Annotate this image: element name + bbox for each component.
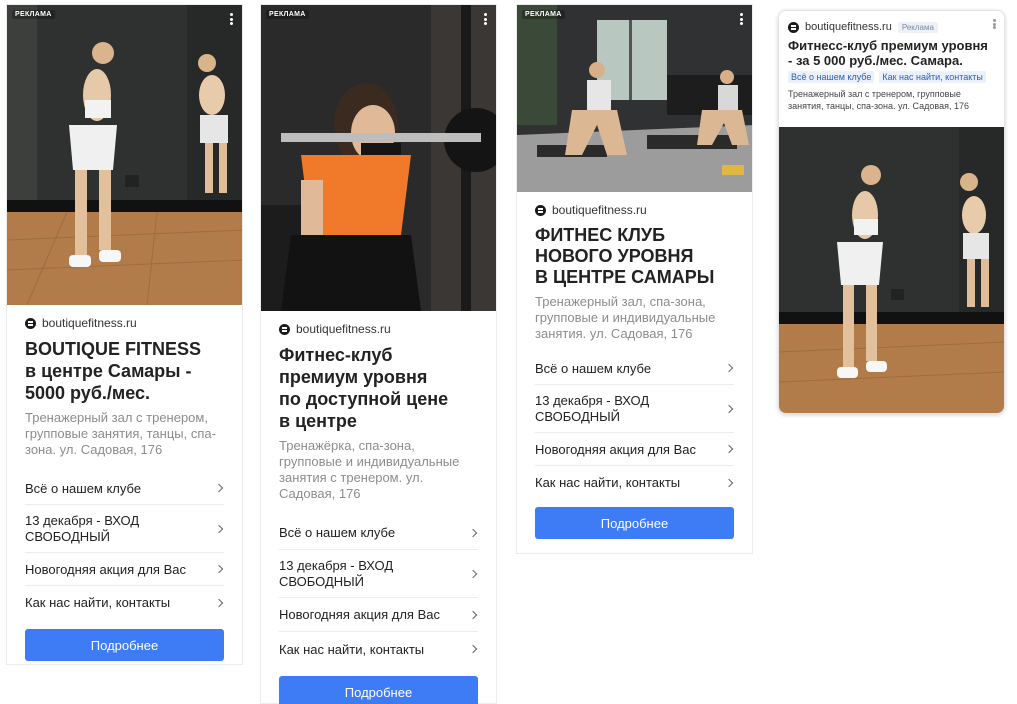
details-button[interactable]: Подробнее [279,676,478,704]
chevron-right-icon [468,528,478,537]
more-options-icon[interactable] [480,11,490,27]
sitelink-label: 13 декабря - ВХОД СВОБОДНЫЙ [535,392,650,424]
sitelink-about[interactable]: Всё о нашем клубе [535,352,734,385]
ad-domain[interactable]: boutiquefitness.ru [25,316,224,330]
favicon-icon [25,317,36,329]
ad-label: РЕКЛАМА [266,10,309,19]
ad-title-line: Фитнес-клуб [279,345,393,365]
more-options-icon[interactable] [226,11,236,27]
ad-description: Тренажерный зал, спа-зона, групповые и и… [535,294,716,341]
sitelink-label: Как нас найти, контакты [535,475,681,490]
domain-text: boutiquefitness.ru [42,316,137,330]
chevron-right-icon [214,564,224,574]
ad-title-line: 5000 руб./мес. [25,383,151,403]
ad-title-line: премиум уровня [279,367,428,387]
favicon-icon [279,323,290,335]
gym-photo-image [779,127,1004,413]
sitelink-free-entry[interactable]: 13 декабря - ВХОД СВОБОДНЫЙ [25,505,224,553]
more-options-icon[interactable] [736,11,746,27]
sitelink-contacts[interactable]: Как нас найти, контакты [25,586,224,619]
ad-domain[interactable]: boutiquefitness.ru [279,322,478,336]
sitelink-label: Всё о нашем клубе [279,525,396,540]
sitelink-about[interactable]: Всё о нашем клубе [788,71,875,83]
domain-text: boutiquefitness.ru [296,322,391,336]
gym-photo-image [7,5,242,305]
more-options-icon[interactable] [989,17,999,31]
sitelinks-list: Всё о нашем клубе Как нас найти, контакт… [788,71,995,83]
ad-label: РЕКЛАМА [12,10,55,19]
ad-photo-4[interactable] [779,127,1004,413]
ad-photo-2[interactable]: РЕКЛАМА [261,5,496,311]
details-button[interactable]: Подробнее [535,507,734,539]
gym-photo-image [517,5,752,192]
ad-title-line: в центре [279,411,357,431]
chevron-right-icon [468,610,478,619]
favicon-icon [535,204,546,216]
sitelink-promo[interactable]: Новогодняя акция для Вас [25,553,224,586]
chevron-right-icon [724,404,734,413]
sitelink-promo[interactable]: Новогодняя акция для Вас [279,598,478,632]
ad-photo-1[interactable]: РЕКЛАМА [7,5,242,305]
domain-text[interactable]: boutiquefitness.ru [805,21,892,33]
sitelinks-list: Всё о нашем клубе 13 декабря - ВХОД СВОБ… [25,472,224,619]
sitelink-free-entry[interactable]: 13 декабря - ВХОД СВОБОДНЫЙ [279,550,478,598]
ad-title-line: по доступной цене [279,389,449,409]
ad-title-line: В ЦЕНТРЕ САМАРЫ [535,267,715,287]
ad-title-line: BOUTIQUE FITNESS [25,339,202,359]
sitelink-label: Новогодняя акция для Вас [25,561,186,577]
sitelink-free-entry[interactable]: 13 декабря - ВХОД СВОБОДНЫЙ [535,385,734,433]
ad-title[interactable]: Фитнесс-клуб премиум уровня - за 5 000 р… [788,38,995,68]
sitelink-label: Как нас найти, контакты [279,641,425,657]
chevron-right-icon [724,444,734,454]
ad-description: Тренажерный зал с тренером, групповые за… [788,89,969,111]
sitelink-promo[interactable]: Новогодняя акция для Вас [535,433,734,466]
sitelink-contacts[interactable]: Как нас найти, контакты [535,466,734,499]
sitelink-label: Всё о нашем клубе [25,480,142,496]
ad-card-1[interactable]: РЕКЛАМА boutiquefitness.ru BOUTIQUE FITN… [6,4,243,665]
ad-badge: Реклама [897,21,938,33]
details-button[interactable]: Подробнее [25,629,224,661]
ad-title-line: НОВОГО УРОВНЯ [535,246,694,266]
sitelink-contacts[interactable]: Как нас найти, контакты [879,71,986,83]
sitelink-label: 13 декабря - ВХОД СВОБОДНЫЙ [279,557,394,589]
domain-text: boutiquefitness.ru [552,203,647,217]
ad-title[interactable]: BOUTIQUE FITNESS в центре Самары - 5000 … [25,338,224,404]
sitelink-contacts[interactable]: Как нас найти, контакты [279,632,478,666]
ad-domain[interactable]: boutiquefitness.ru [535,203,734,217]
ad-title-line: в центре Самары - [25,361,192,381]
chevron-right-icon [214,483,224,493]
ad-title[interactable]: ФИТНЕС КЛУБ НОВОГО УРОВНЯ В ЦЕНТРЕ САМАР… [535,225,734,288]
ad-card-3[interactable]: РЕКЛАМА boutiquefitness.ru ФИТНЕС КЛУБ Н… [516,4,753,554]
ad-title-line: ФИТНЕС КЛУБ [535,225,666,245]
ad-title[interactable]: Фитнес-клуб премиум уровня по доступной … [279,344,478,432]
chevron-right-icon [214,524,224,533]
chevron-right-icon [214,598,224,607]
ad-description: Тренажёрка, спа-зона, групповые и индиви… [279,438,460,501]
sitelink-label: 13 декабря - ВХОД СВОБОДНЫЙ [25,512,140,544]
ad-card-2[interactable]: РЕКЛАМА boutiquefitness.ru Фитнес-клуб п… [260,4,497,704]
sitelink-label: Новогодняя акция для Вас [535,441,696,457]
ad-description: Тренажерный зал с тренером, групповые за… [25,410,216,457]
ad-label: РЕКЛАМА [522,10,565,19]
ad-card-4[interactable]: boutiquefitness.ru Реклама Фитнесс-клуб … [778,10,1005,414]
sitelink-about[interactable]: Всё о нашем клубе [279,516,478,550]
ad-header: boutiquefitness.ru Реклама Фитнесс-клуб … [779,11,1004,127]
chevron-right-icon [468,569,478,578]
chevron-right-icon [724,478,734,487]
favicon-icon [788,21,799,33]
sitelink-label: Новогодняя акция для Вас [279,607,440,622]
sitelink-label: Как нас найти, контакты [25,595,171,610]
gym-photo-image [261,5,496,311]
sitelink-label: Всё о нашем клубе [535,360,652,376]
chevron-right-icon [468,644,478,654]
sitelinks-list: Всё о нашем клубе 13 декабря - ВХОД СВОБ… [535,352,734,499]
sitelinks-list: Всё о нашем клубе 13 декабря - ВХОД СВОБ… [279,516,478,666]
sitelink-about[interactable]: Всё о нашем клубе [25,472,224,505]
ad-photo-3[interactable]: РЕКЛАМА [517,5,752,192]
chevron-right-icon [724,363,734,373]
